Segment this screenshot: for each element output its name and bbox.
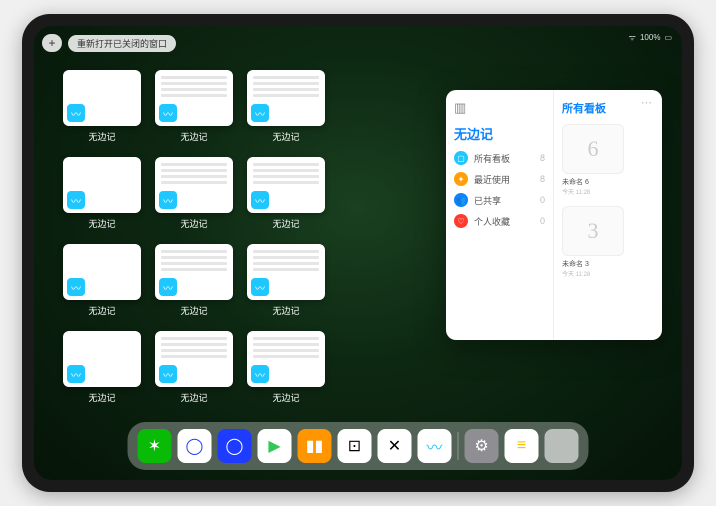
thumb-label: 无边记 — [88, 130, 115, 143]
thumb-label: 无边记 — [88, 217, 115, 230]
thumb-label: 无边记 — [272, 391, 299, 404]
app-expose-grid: 〰无边记〰无边记〰无边记〰无边记〰无边记〰无边记〰无边记〰无边记〰无边记〰无边记… — [60, 70, 420, 404]
sidebar-item[interactable]: ✦ 最近使用 8 — [454, 172, 545, 186]
status-bar: ᯤ 100% ▭ — [629, 32, 672, 43]
window-thumb[interactable]: 〰无边记 — [152, 70, 236, 143]
sidebar-item[interactable]: ♡ 个人收藏 0 — [454, 214, 545, 228]
popover-content: 所有看板 6未命名 6今天 11:283未命名 3今天 11:28 — [554, 90, 662, 340]
thumb-label: 无边记 — [272, 304, 299, 317]
freeform-icon: 〰 — [251, 191, 269, 209]
category-count: 8 — [540, 153, 545, 163]
freeform-icon: 〰 — [67, 278, 85, 296]
screen: + 重新打开已关闭的窗口 ᯤ 100% ▭ 〰无边记〰无边记〰无边记〰无边记〰无… — [34, 26, 682, 480]
board-time: 今天 11:28 — [562, 187, 654, 196]
category-count: 0 — [540, 195, 545, 205]
thumb-label: 无边记 — [88, 391, 115, 404]
category-label: 最近使用 — [474, 173, 510, 186]
board-label: 未命名 6 — [562, 177, 654, 187]
dock-quark-hd-icon[interactable]: ◯ — [178, 429, 212, 463]
window-thumb[interactable]: 〰无边记 — [60, 70, 144, 143]
window-thumb[interactable]: 〰无边记 — [152, 244, 236, 317]
category-label: 所有看板 — [474, 152, 510, 165]
dock-dice-icon[interactable]: ⊡ — [338, 429, 372, 463]
freeform-icon: 〰 — [159, 278, 177, 296]
thumb-label: 无边记 — [180, 217, 207, 230]
dock-connect-icon[interactable]: ✕ — [378, 429, 412, 463]
freeform-icon: 〰 — [159, 104, 177, 122]
window-thumb[interactable]: 〰无边记 — [244, 244, 328, 317]
thumb-label: 无边记 — [88, 304, 115, 317]
dock-notes-icon[interactable]: ≡ — [505, 429, 539, 463]
sidebar-item[interactable]: 👥 已共享 0 — [454, 193, 545, 207]
sidebar-toggle-icon[interactable]: ▥ — [454, 100, 545, 116]
board-thumb: 6 — [562, 124, 624, 174]
freeform-icon: 〰 — [251, 365, 269, 383]
new-window-button[interactable]: + — [42, 34, 62, 52]
more-icon[interactable]: ⋯ — [641, 96, 652, 109]
freeform-icon: 〰 — [159, 191, 177, 209]
category-count: 8 — [540, 174, 545, 184]
dock-settings-icon[interactable]: ⚙ — [465, 429, 499, 463]
dock-play-icon[interactable]: ▶ — [258, 429, 292, 463]
board-item[interactable]: 3 未命名 3今天 11:28 — [562, 206, 654, 278]
window-thumb[interactable]: 〰无边记 — [244, 157, 328, 230]
battery-percent: 100% — [640, 33, 660, 42]
dock-wechat-icon[interactable]: ✶ — [138, 429, 172, 463]
wifi-icon: ᯤ — [629, 32, 636, 43]
board-time: 今天 11:28 — [562, 269, 654, 278]
window-thumb[interactable]: 〰无边记 — [60, 157, 144, 230]
thumb-label: 无边记 — [180, 130, 207, 143]
sidebar-item[interactable]: ▢ 所有看板 8 — [454, 151, 545, 165]
thumb-label: 无边记 — [180, 391, 207, 404]
window-thumb[interactable]: 〰无边记 — [244, 331, 328, 404]
dock-quark-icon[interactable]: ◯ — [218, 429, 252, 463]
dock: ✶◯◯▶▮▮⊡✕〰⚙≡ — [128, 422, 589, 470]
board-item[interactable]: 6 未命名 6今天 11:28 — [562, 124, 654, 196]
dock-separator — [458, 432, 459, 460]
freeform-icon: 〰 — [67, 191, 85, 209]
category-count: 0 — [540, 216, 545, 226]
thumb-label: 无边记 — [272, 130, 299, 143]
board-thumb: 3 — [562, 206, 624, 256]
window-thumb[interactable]: 〰无边记 — [60, 244, 144, 317]
category-label: 已共享 — [474, 194, 501, 207]
dock-freeform-icon[interactable]: 〰 — [418, 429, 452, 463]
battery-icon: ▭ — [664, 33, 672, 42]
sidebar-title: 无边记 — [454, 124, 545, 143]
freeform-icon: 〰 — [159, 365, 177, 383]
window-thumb[interactable]: 〰无边记 — [60, 331, 144, 404]
freeform-icon: 〰 — [67, 104, 85, 122]
category-icon: ▢ — [454, 151, 468, 165]
reopen-closed-window-button[interactable]: 重新打开已关闭的窗口 — [68, 35, 176, 52]
freeform-icon: 〰 — [67, 365, 85, 383]
board-label: 未命名 3 — [562, 259, 654, 269]
dock-app-library-icon[interactable] — [545, 429, 579, 463]
category-label: 个人收藏 — [474, 215, 510, 228]
freeform-icon: 〰 — [251, 104, 269, 122]
category-icon: ♡ — [454, 214, 468, 228]
popover-sidebar: ▥ 无边记 ▢ 所有看板 8 ✦ 最近使用 8 👥 已共享 0 ♡ 个人收藏 0 — [446, 90, 554, 340]
thumb-label: 无边记 — [272, 217, 299, 230]
window-thumb[interactable]: 〰无边记 — [152, 331, 236, 404]
ipad-frame: + 重新打开已关闭的窗口 ᯤ 100% ▭ 〰无边记〰无边记〰无边记〰无边记〰无… — [22, 14, 694, 492]
thumb-label: 无边记 — [180, 304, 207, 317]
category-icon: 👥 — [454, 193, 468, 207]
window-thumb[interactable]: 〰无边记 — [244, 70, 328, 143]
freeform-icon: 〰 — [251, 278, 269, 296]
freeform-popover[interactable]: ⋯ ▥ 无边记 ▢ 所有看板 8 ✦ 最近使用 8 👥 已共享 0 ♡ 个人收藏 0 所有看板 6 未命… — [446, 90, 662, 340]
dock-books-icon[interactable]: ▮▮ — [298, 429, 332, 463]
window-thumb[interactable]: 〰无边记 — [152, 157, 236, 230]
top-controls: + 重新打开已关闭的窗口 — [42, 34, 176, 52]
category-icon: ✦ — [454, 172, 468, 186]
